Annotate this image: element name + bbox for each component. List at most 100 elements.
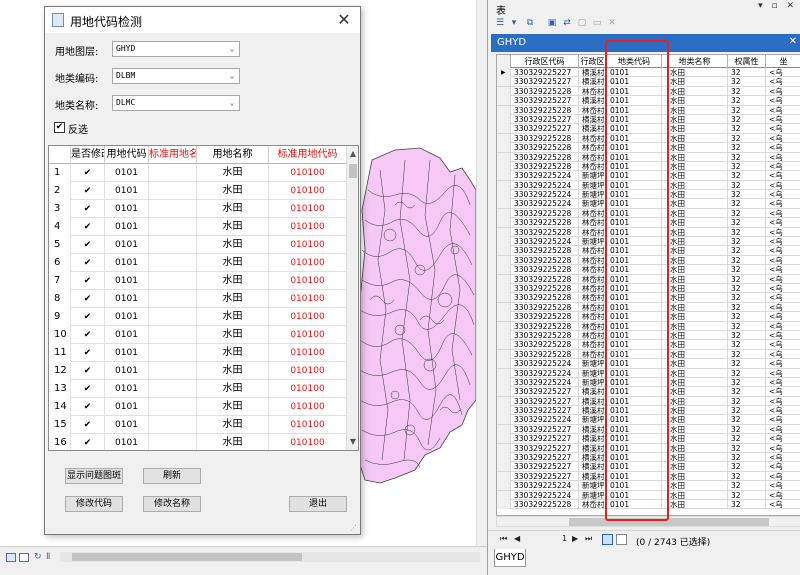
xzq-cell[interactable]: 林岙村 bbox=[579, 330, 607, 340]
row-selector[interactable] bbox=[497, 199, 511, 209]
qsx-cell[interactable]: 32 bbox=[728, 443, 766, 453]
xzq-cell[interactable]: 林岙村 bbox=[579, 340, 607, 350]
row-selector[interactable] bbox=[497, 152, 511, 162]
qsx-cell[interactable]: 32 bbox=[728, 190, 766, 200]
table-row[interactable]: 3 ✔ 0101 水田 010100 bbox=[49, 200, 347, 218]
dlmc-cell[interactable]: 水田 bbox=[662, 161, 728, 171]
row-index[interactable]: 10 bbox=[49, 326, 71, 344]
table-panel-titlebar[interactable]: 表 ▾ ▫ ✕ bbox=[488, 0, 800, 17]
row-selector[interactable] bbox=[497, 77, 511, 87]
overflow-cell[interactable]: <乌 bbox=[766, 453, 800, 462]
row-selector[interactable] bbox=[497, 86, 511, 96]
select-by-attributes-icon[interactable]: ▣ bbox=[546, 18, 558, 29]
col-header-qsx[interactable]: 权属性 bbox=[728, 55, 766, 68]
overflow-cell[interactable]: <乌 bbox=[766, 134, 800, 143]
qsx-cell[interactable]: 32 bbox=[728, 180, 766, 190]
table-row[interactable]: 12 ✔ 0101 水田 010100 bbox=[49, 362, 347, 380]
modify-code-button[interactable]: 修改代码 bbox=[65, 496, 123, 512]
last-record-icon[interactable]: ⏭ bbox=[585, 534, 592, 544]
xzq-cell[interactable]: 横溪村 bbox=[579, 406, 607, 416]
std-name-cell[interactable] bbox=[149, 164, 197, 182]
xzqdm-cell[interactable]: 330329225228 bbox=[511, 255, 579, 265]
qsx-cell[interactable]: 32 bbox=[728, 368, 766, 378]
xzqdm-cell[interactable]: 330329225228 bbox=[511, 86, 579, 96]
land-name-cell[interactable]: 水田 bbox=[197, 218, 269, 236]
row-selector[interactable] bbox=[497, 246, 511, 256]
dlmc-cell[interactable]: 水田 bbox=[662, 340, 728, 350]
dlmc-cell[interactable]: 水田 bbox=[662, 415, 728, 425]
xzq-cell[interactable]: 新塘坪 bbox=[579, 190, 607, 200]
xzqdm-cell[interactable]: 330329225224 bbox=[511, 359, 579, 369]
xzq-cell[interactable]: 林岙村 bbox=[579, 265, 607, 275]
overflow-cell[interactable]: <乌 bbox=[766, 425, 800, 434]
xzq-cell[interactable]: 林岙村 bbox=[579, 227, 607, 237]
land-name-cell[interactable]: 水田 bbox=[197, 416, 269, 434]
checkmark-icon[interactable]: ✔ bbox=[83, 421, 92, 430]
land-code-cell[interactable]: 0101 bbox=[105, 344, 149, 362]
overflow-cell[interactable]: <乌 bbox=[766, 96, 800, 105]
xzqdm-cell[interactable]: 330329225228 bbox=[511, 265, 579, 275]
checkmark-icon[interactable]: ✔ bbox=[83, 295, 92, 304]
first-record-icon[interactable]: ⏮ bbox=[500, 534, 507, 544]
land-code-cell[interactable]: 0101 bbox=[105, 362, 149, 380]
code-field-select[interactable]: DLBM ⌄ bbox=[112, 68, 240, 84]
row-selector[interactable] bbox=[497, 237, 511, 247]
xzqdm-cell[interactable]: 330329225228 bbox=[511, 321, 579, 331]
xzq-cell[interactable]: 林岙村 bbox=[579, 133, 607, 143]
std-name-cell[interactable] bbox=[149, 308, 197, 326]
xzqdm-cell[interactable]: 330329225228 bbox=[511, 349, 579, 359]
xzqdm-cell[interactable]: 330329225224 bbox=[511, 368, 579, 378]
overflow-cell[interactable]: <乌 bbox=[766, 434, 800, 443]
xzqdm-cell[interactable]: 330329225228 bbox=[511, 293, 579, 303]
xzqdm-cell[interactable]: 330329225228 bbox=[511, 105, 579, 115]
dlmc-cell[interactable]: 水田 bbox=[662, 490, 728, 500]
row-index[interactable]: 1 bbox=[49, 164, 71, 182]
std-code-cell[interactable]: 010100 bbox=[269, 398, 347, 416]
std-name-cell[interactable] bbox=[149, 362, 197, 380]
xzqdm-cell[interactable]: 330329225228 bbox=[511, 340, 579, 350]
overflow-cell[interactable]: <乌 bbox=[766, 472, 800, 481]
overflow-cell[interactable]: <乌 bbox=[766, 275, 800, 284]
std-code-cell[interactable]: 010100 bbox=[269, 308, 347, 326]
checkmark-icon[interactable]: ✔ bbox=[83, 313, 92, 322]
xzqdm-cell[interactable]: 330329225227 bbox=[511, 453, 579, 463]
qsx-cell[interactable]: 32 bbox=[728, 283, 766, 293]
current-record-number[interactable]: 1 bbox=[562, 534, 567, 543]
dlmc-cell[interactable]: 水田 bbox=[662, 499, 728, 509]
row-selector[interactable] bbox=[497, 406, 511, 416]
table-row[interactable]: 10 ✔ 0101 水田 010100 bbox=[49, 326, 347, 344]
overflow-cell[interactable]: <乌 bbox=[766, 143, 800, 152]
clear-selection-icon[interactable]: ▢ bbox=[576, 18, 588, 29]
std-name-cell[interactable] bbox=[149, 254, 197, 272]
std-name-cell[interactable] bbox=[149, 344, 197, 362]
qsx-cell[interactable]: 32 bbox=[728, 359, 766, 369]
xzqdm-cell[interactable]: 330329225227 bbox=[511, 77, 579, 87]
row-selector[interactable] bbox=[497, 321, 511, 331]
row-index[interactable]: 5 bbox=[49, 236, 71, 254]
qsx-cell[interactable]: 32 bbox=[728, 227, 766, 237]
qsx-cell[interactable]: 32 bbox=[728, 161, 766, 171]
table-row[interactable]: 13 ✔ 0101 水田 010100 bbox=[49, 380, 347, 398]
xzq-cell[interactable]: 林岙村 bbox=[579, 105, 607, 115]
overflow-cell[interactable]: <乌 bbox=[766, 106, 800, 115]
xzq-cell[interactable]: 横溪村 bbox=[579, 96, 607, 106]
overflow-cell[interactable]: <乌 bbox=[766, 124, 800, 133]
xzq-cell[interactable]: 横溪村 bbox=[579, 396, 607, 406]
dlmc-cell[interactable]: 水田 bbox=[662, 152, 728, 162]
row-selector[interactable] bbox=[497, 462, 511, 472]
row-index[interactable]: 2 bbox=[49, 182, 71, 200]
checkmark-icon[interactable]: ✔ bbox=[83, 223, 92, 232]
row-index[interactable]: 15 bbox=[49, 416, 71, 434]
qsx-cell[interactable]: 32 bbox=[728, 293, 766, 303]
xzq-cell[interactable]: 新塘坪 bbox=[579, 199, 607, 209]
xzqdm-cell[interactable]: 330329225227 bbox=[511, 424, 579, 434]
modify-name-button[interactable]: 修改名称 bbox=[143, 496, 201, 512]
table-row[interactable]: 7 ✔ 0101 水田 010100 bbox=[49, 272, 347, 290]
xzqdm-cell[interactable]: 330329225228 bbox=[511, 227, 579, 237]
qsx-cell[interactable]: 32 bbox=[728, 377, 766, 387]
row-selector[interactable] bbox=[497, 114, 511, 124]
dlmc-cell[interactable]: 水田 bbox=[662, 293, 728, 303]
qsx-cell[interactable]: 32 bbox=[728, 246, 766, 256]
dlmc-cell[interactable]: 水田 bbox=[662, 387, 728, 397]
checkmark-icon[interactable]: ✔ bbox=[83, 277, 92, 286]
